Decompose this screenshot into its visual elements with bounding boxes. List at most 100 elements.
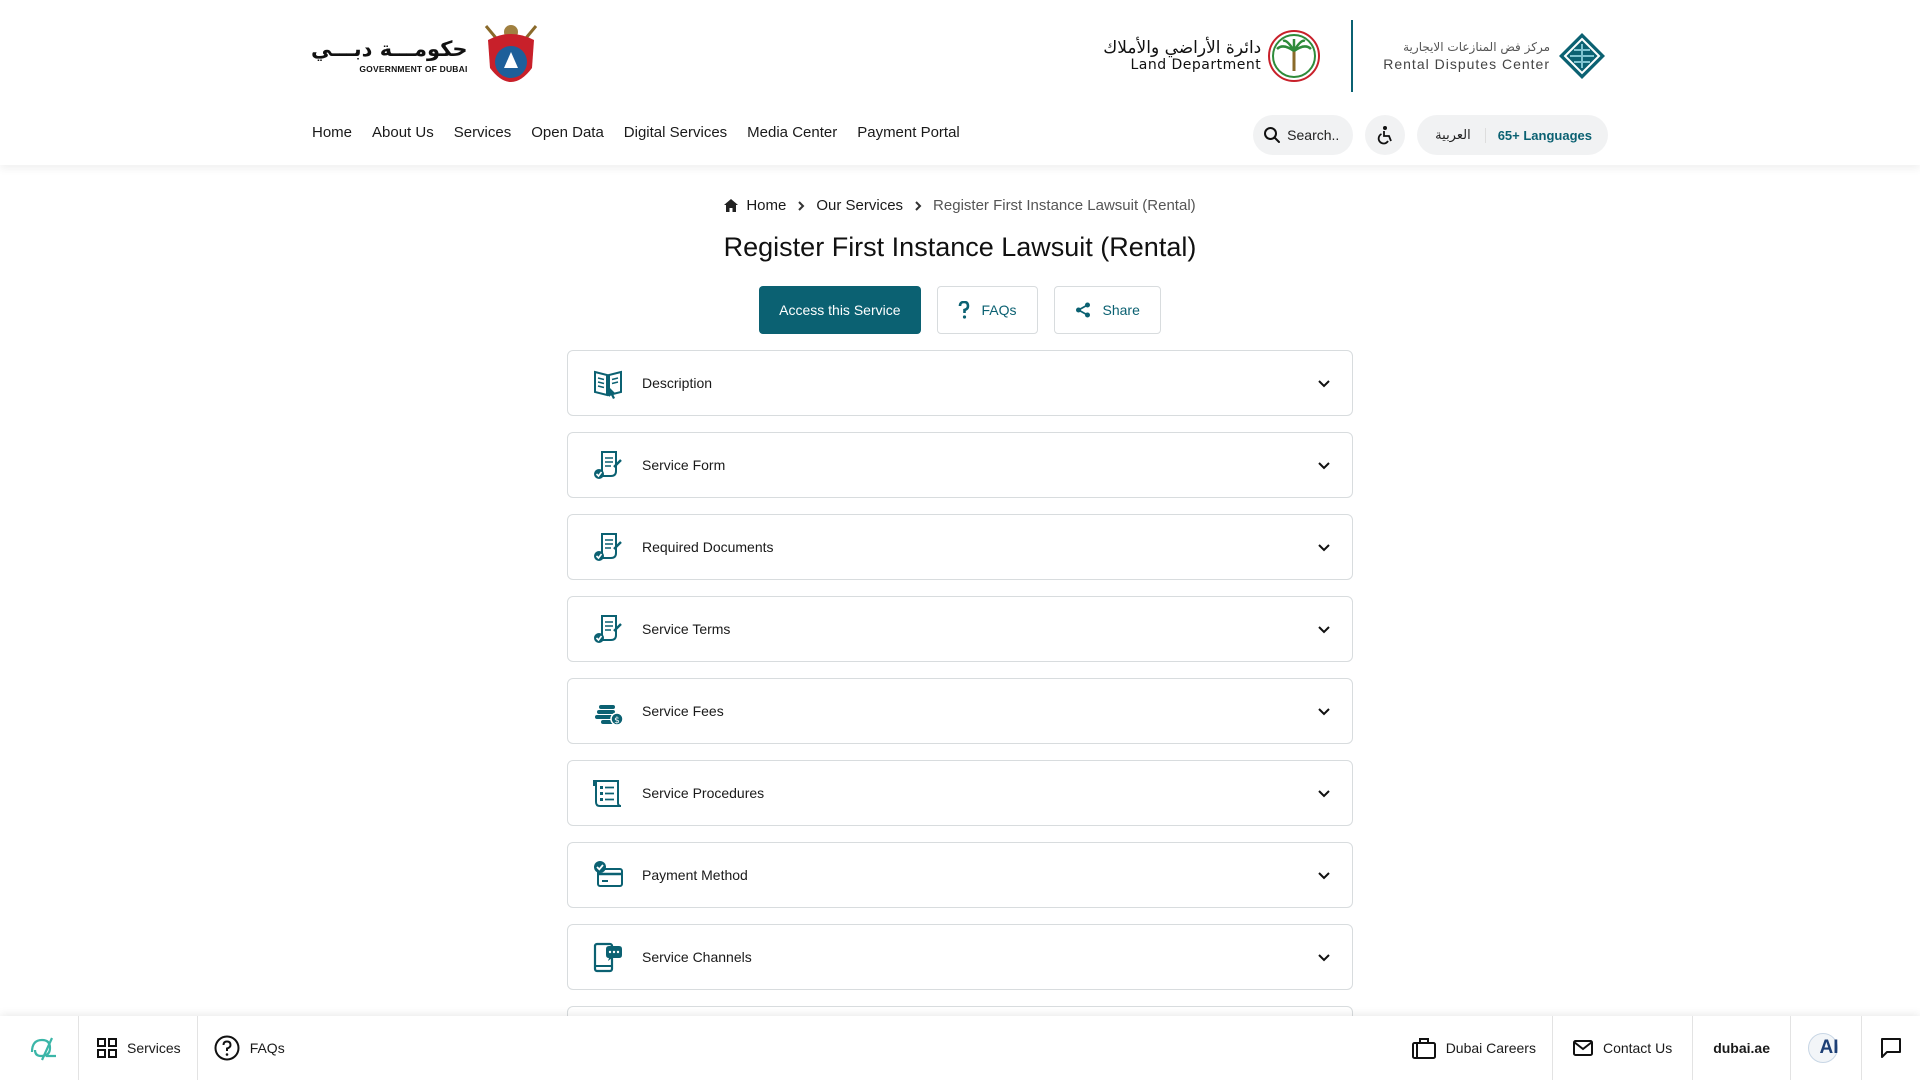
service-details-accordion: Description Service Form Required Docume… bbox=[567, 350, 1353, 1072]
accordion-description-label: Description bbox=[642, 375, 713, 391]
language-switcher: العربية 65+ Languages bbox=[1417, 115, 1608, 155]
nav-about-us[interactable]: About Us bbox=[372, 124, 434, 141]
question-mark-icon bbox=[958, 301, 969, 319]
land-department-english: Land Department bbox=[1130, 57, 1262, 74]
dubai-emblem-icon bbox=[484, 25, 537, 82]
phone-chat-icon bbox=[593, 942, 622, 973]
site-header: حكومـــة دبـــي GOVERNMENT OF DUBAI دائر… bbox=[0, 0, 1920, 165]
accessibility-button[interactable] bbox=[1365, 115, 1406, 155]
land-department-arabic: دائرة الأراضي والأملاك bbox=[1103, 37, 1262, 58]
faqs-button[interactable]: FAQs bbox=[936, 286, 1038, 334]
search-icon bbox=[1264, 127, 1281, 143]
breadcrumb-our-services[interactable]: Our Services bbox=[816, 197, 903, 214]
breadcrumb-home[interactable]: Home bbox=[724, 197, 786, 214]
accordion-service-fees-label: Service Fees bbox=[642, 703, 724, 719]
accordion-payment-method-label: Payment Method bbox=[642, 867, 748, 883]
dubai-swirl-logo-icon bbox=[30, 1037, 56, 1061]
accordion-service-channels-label: Service Channels bbox=[642, 949, 752, 965]
card-check-icon bbox=[594, 861, 623, 887]
search-placeholder: Search.. bbox=[1287, 127, 1340, 143]
nav-media-center[interactable]: Media Center bbox=[747, 124, 837, 141]
accordion-payment-method[interactable]: Payment Method bbox=[567, 842, 1353, 908]
share-button[interactable]: Share bbox=[1053, 286, 1161, 334]
main-navigation: Home About Us Services Open Data Digital… bbox=[312, 124, 960, 141]
accordion-service-terms[interactable]: Service Terms bbox=[567, 596, 1353, 662]
share-icon bbox=[1075, 302, 1090, 318]
accessibility-icon bbox=[1377, 126, 1393, 145]
chevron-down-icon bbox=[1318, 462, 1330, 470]
svg-text:$: $ bbox=[614, 716, 620, 726]
faqs-button-label: FAQs bbox=[981, 302, 1017, 318]
breadcrumb-current: Register First Instance Lawsuit (Rental) bbox=[933, 197, 1196, 214]
chevron-down-icon bbox=[1318, 626, 1330, 634]
access-service-button[interactable]: Access this Service bbox=[759, 286, 921, 334]
chevron-down-icon bbox=[1318, 544, 1330, 552]
nav-open-data[interactable]: Open Data bbox=[531, 124, 604, 141]
dubai-careers-button[interactable]: Dubai Careers bbox=[1396, 1016, 1552, 1080]
chevron-down-icon bbox=[1318, 708, 1330, 716]
accordion-service-procedures[interactable]: Service Procedures bbox=[567, 760, 1353, 826]
rdc-arabic: مركز فض المنازعات الايجارية bbox=[1403, 40, 1550, 54]
home-icon bbox=[724, 199, 739, 212]
nav-services[interactable]: Services bbox=[454, 124, 512, 141]
page-title: Register First Instance Lawsuit (Rental) bbox=[723, 232, 1197, 262]
more-languages-link[interactable]: 65+ Languages bbox=[1486, 128, 1604, 143]
dubai-careers-label: Dubai Careers bbox=[1445, 1040, 1536, 1056]
share-button-label: Share bbox=[1102, 302, 1140, 318]
nav-home[interactable]: Home bbox=[312, 124, 352, 141]
logo-divider bbox=[1351, 20, 1354, 92]
ai-assistant-button[interactable]: AI bbox=[1790, 1016, 1861, 1080]
document-check-icon bbox=[594, 451, 622, 479]
accordion-required-documents-label: Required Documents bbox=[642, 539, 774, 555]
accordion-service-form[interactable]: Service Form bbox=[567, 432, 1353, 498]
bottom-services-label: Services bbox=[127, 1040, 181, 1056]
header-tools: Search.. العربية 65+ Languages bbox=[1253, 115, 1608, 155]
accordion-service-channels[interactable]: Service Channels bbox=[567, 924, 1353, 990]
bottom-toolbar: Services FAQs Dubai Careers Contact Us d… bbox=[0, 1016, 1920, 1080]
breadcrumb: Home Our Services Register First Instanc… bbox=[0, 197, 1920, 214]
document-check-icon bbox=[594, 615, 622, 643]
partner-logos: دائرة الأراضي والأملاك Land Department م… bbox=[1103, 18, 1608, 94]
arabic-language-link[interactable]: العربية bbox=[1421, 127, 1486, 143]
accordion-description[interactable]: Description bbox=[567, 350, 1353, 416]
chevron-down-icon bbox=[1318, 790, 1330, 798]
accordion-service-procedures-label: Service Procedures bbox=[642, 785, 765, 801]
accordion-required-documents[interactable]: Required Documents bbox=[567, 514, 1353, 580]
accordion-service-terms-label: Service Terms bbox=[642, 621, 731, 637]
bottom-services-button[interactable]: Services bbox=[79, 1016, 198, 1080]
rdc-english: Rental Disputes Center bbox=[1383, 56, 1550, 72]
search-button[interactable]: Search.. bbox=[1253, 115, 1354, 155]
help-circle-icon bbox=[214, 1035, 240, 1061]
main-content: Home Our Services Register First Instanc… bbox=[0, 165, 1920, 1072]
dubai-ae-logo: dubai.ae bbox=[1713, 1040, 1770, 1056]
chat-bubble-icon bbox=[1881, 1038, 1901, 1058]
nav-digital-services[interactable]: Digital Services bbox=[624, 124, 727, 141]
procedures-icon bbox=[593, 780, 622, 807]
chevron-right-icon bbox=[798, 200, 805, 211]
grid-icon bbox=[97, 1038, 117, 1058]
service-actions: Access this Service FAQs Share bbox=[0, 286, 1920, 334]
ai-assistant-label: AI bbox=[1819, 1037, 1839, 1058]
bottom-faqs-button[interactable]: FAQs bbox=[198, 1016, 301, 1080]
government-of-dubai-logo[interactable]: حكومـــة دبـــي GOVERNMENT OF DUBAI bbox=[311, 18, 546, 94]
chevron-right-icon bbox=[915, 200, 922, 211]
gov-logo-english: GOVERNMENT OF DUBAI bbox=[359, 64, 468, 75]
briefcase-icon bbox=[1411, 1038, 1436, 1059]
rdc-logo-icon bbox=[1559, 33, 1605, 79]
chevron-down-icon bbox=[1318, 380, 1330, 388]
accordion-service-fees[interactable]: $ Service Fees bbox=[567, 678, 1353, 744]
dubai-logo-button[interactable] bbox=[0, 1016, 79, 1080]
bottom-faqs-label: FAQs bbox=[249, 1040, 285, 1056]
document-check-icon bbox=[594, 533, 622, 561]
accordion-service-form-label: Service Form bbox=[642, 457, 726, 473]
contact-us-label: Contact Us bbox=[1602, 1040, 1673, 1056]
dubai-ae-link[interactable]: dubai.ae bbox=[1692, 1016, 1790, 1080]
palm-logo-icon bbox=[1268, 30, 1321, 82]
nav-payment-portal[interactable]: Payment Portal bbox=[857, 124, 960, 141]
rental-disputes-center-logo[interactable]: مركز فض المنازعات الايجارية Rental Dispu… bbox=[1383, 30, 1608, 82]
book-icon bbox=[594, 370, 622, 399]
chat-button[interactable] bbox=[1861, 1016, 1920, 1080]
chevron-down-icon bbox=[1318, 872, 1330, 880]
contact-us-button[interactable]: Contact Us bbox=[1551, 1016, 1692, 1080]
land-department-logo[interactable]: دائرة الأراضي والأملاك Land Department bbox=[1103, 29, 1321, 83]
